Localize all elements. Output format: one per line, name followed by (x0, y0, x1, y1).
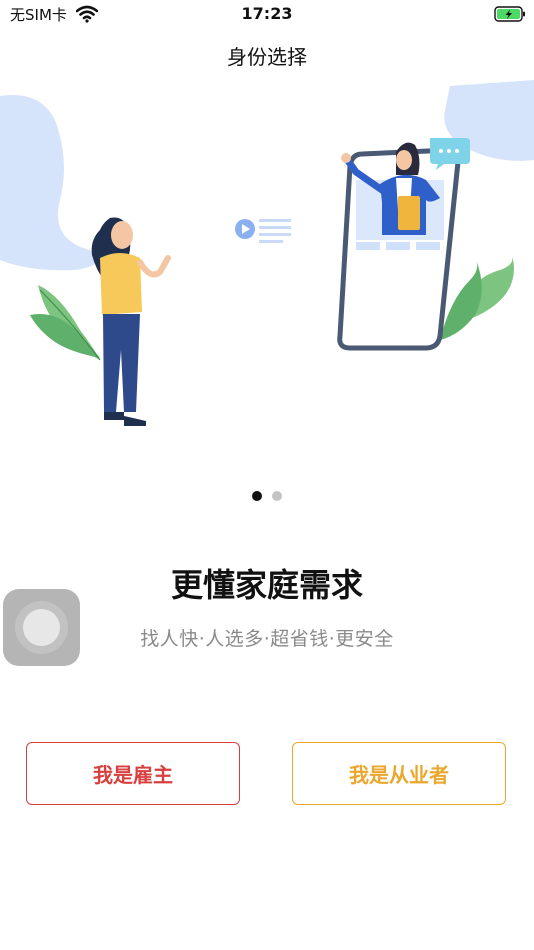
assistive-touch-center (23, 609, 60, 646)
employer-button[interactable]: 我是雇主 (26, 742, 240, 805)
onboarding-illustration (0, 80, 534, 426)
leaf-right (440, 255, 514, 340)
decor-blob-left (0, 95, 98, 271)
feature-subline: 找人快·人选多·超省钱·更安全 (140, 628, 394, 650)
worker-button[interactable]: 我是从业者 (292, 742, 506, 805)
leaf-left (30, 285, 101, 361)
page-title: 身份选择 (227, 45, 307, 69)
video-message-icon (235, 219, 291, 243)
battery-charging-icon (494, 6, 525, 22)
pager-dot-1[interactable] (252, 491, 262, 501)
pager-dot-2[interactable] (272, 491, 282, 501)
carousel-pager[interactable] (0, 486, 534, 501)
nav-bar: 身份选择 (0, 32, 534, 76)
status-bar: 无SIM卡 17:23 (0, 0, 534, 30)
woman-figure (91, 217, 171, 426)
feature-headline: 更懂家庭需求 (170, 566, 363, 604)
clock: 17:23 (241, 4, 293, 23)
assistive-touch-button[interactable] (3, 589, 80, 666)
